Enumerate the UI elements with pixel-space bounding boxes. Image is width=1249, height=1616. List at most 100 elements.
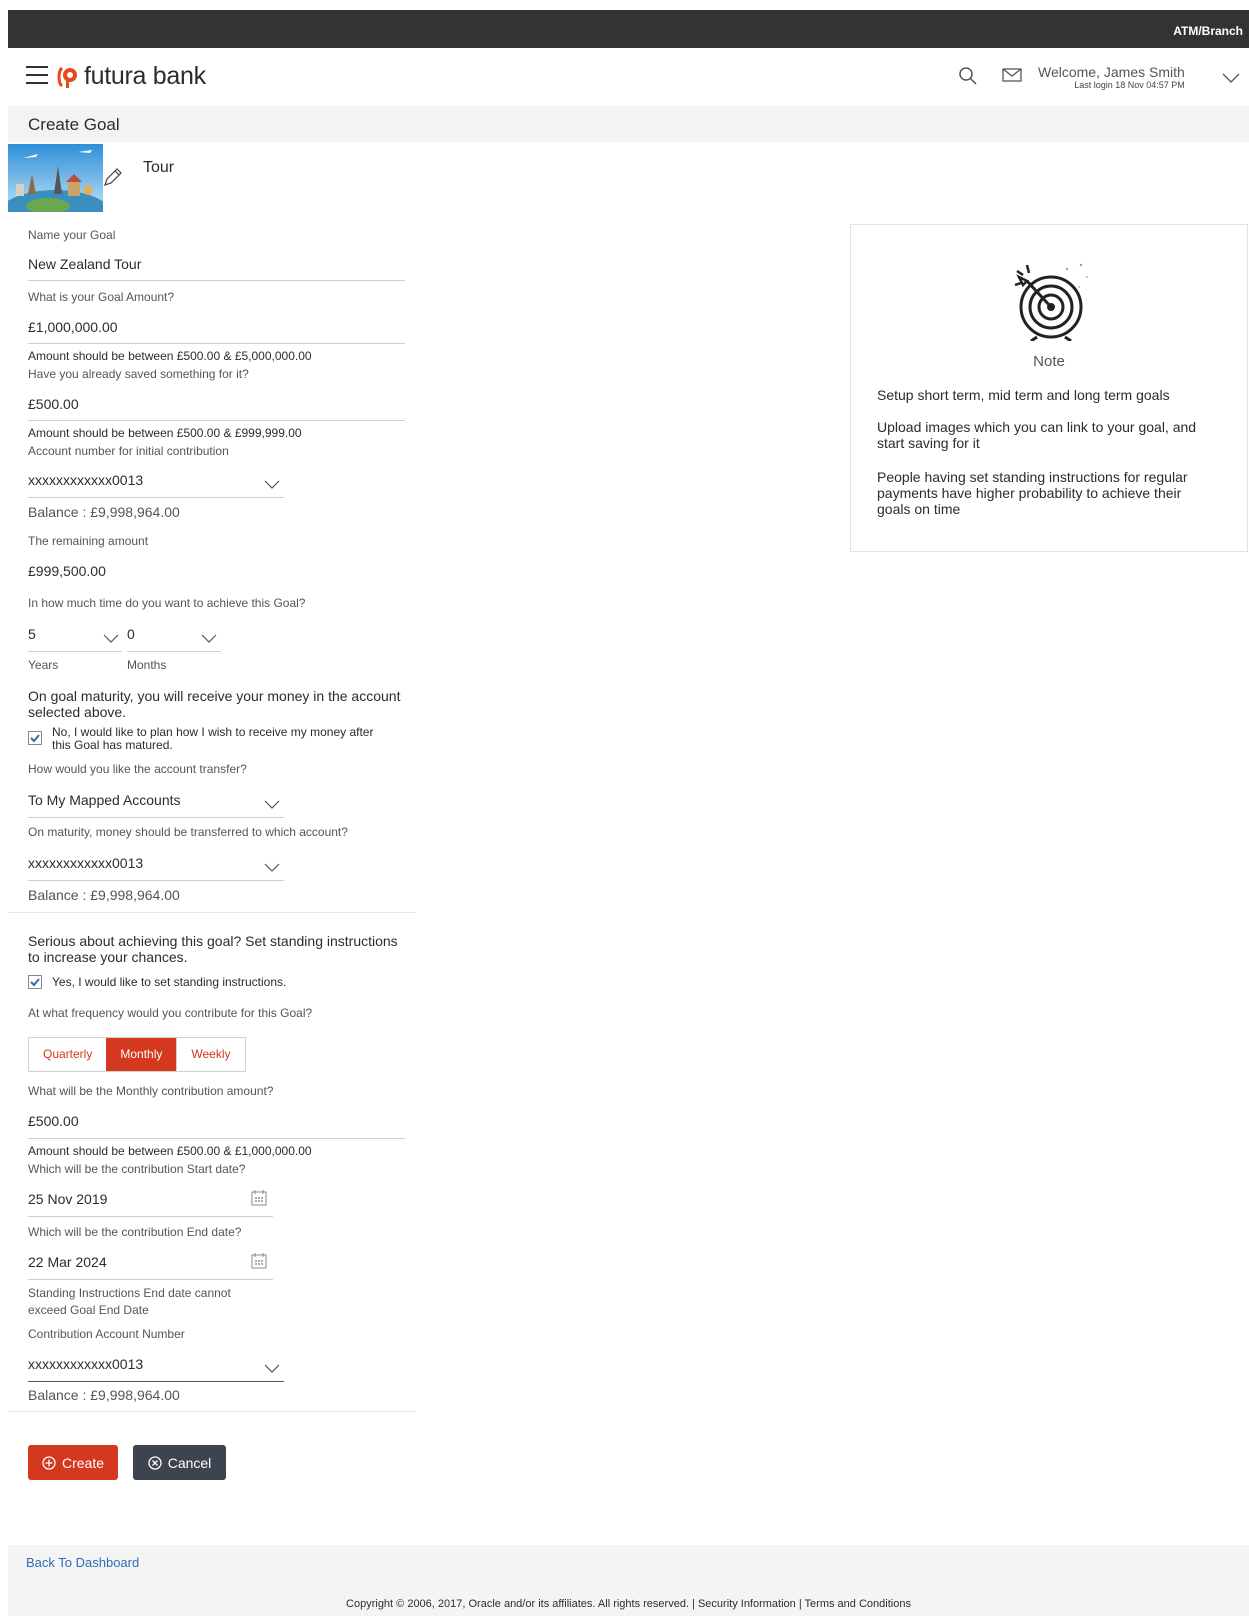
si-checkbox-label[interactable]: Yes, I would like to set standing instru… — [52, 976, 392, 989]
user-welcome[interactable]: Welcome, James Smith Last login 18 Nov 0… — [1038, 64, 1185, 90]
end-date-label: Which will be the contribution End date? — [28, 1225, 242, 1239]
create-button[interactable]: Create — [28, 1445, 118, 1480]
contribution-account-select[interactable]: xxxxxxxxxxxx0013 — [28, 1356, 143, 1372]
underline — [28, 1216, 273, 1217]
hamburger-menu-icon[interactable] — [26, 66, 48, 84]
underline — [28, 651, 122, 652]
edit-pencil-icon[interactable] — [102, 166, 124, 193]
maturity-account-select[interactable]: xxxxxxxxxxxx0013 — [28, 855, 143, 871]
saved-amount-input[interactable]: £500.00 — [28, 396, 79, 412]
chevron-down-icon[interactable] — [103, 630, 119, 648]
chevron-down-icon[interactable] — [201, 630, 217, 648]
page-title: Create Goal — [28, 115, 120, 134]
brand-name: futura bank — [84, 62, 206, 90]
underline — [127, 651, 221, 652]
contribution-account-balance: Balance : £9,998,964.00 — [28, 1387, 180, 1403]
contribution-account-label: Contribution Account Number — [28, 1327, 185, 1341]
chevron-down-icon[interactable] — [264, 796, 280, 814]
calendar-icon[interactable] — [251, 1190, 267, 1211]
contribution-input[interactable]: £500.00 — [28, 1113, 79, 1129]
copyright-text: Copyright © 2006, 2017, Oracle and/or it… — [346, 1598, 911, 1610]
target-icon — [1013, 261, 1089, 346]
chevron-down-icon[interactable] — [1222, 70, 1240, 88]
contribution-hint: Amount should be between £500.00 & £1,00… — [28, 1144, 312, 1158]
initial-account-balance: Balance : £9,998,964.00 — [28, 504, 180, 520]
top-bar: ATM/Branch — [8, 10, 1249, 48]
cancel-button-label: Cancel — [167, 1454, 212, 1471]
goal-category: Tour — [143, 159, 175, 176]
create-button-label: Create — [61, 1454, 105, 1471]
note-item: Upload images which you can link to your… — [877, 419, 1197, 451]
frequency-monthly[interactable]: Monthly — [106, 1038, 177, 1071]
initial-account-label: Account number for initial contribution — [28, 444, 229, 458]
add-circle-icon — [42, 1455, 56, 1470]
frequency-weekly[interactable]: Weekly — [176, 1038, 245, 1071]
header: futura bank Welcome, James Smith Last lo… — [8, 48, 1249, 106]
last-login: Last login 18 Nov 04:57 PM — [1074, 80, 1185, 90]
chevron-down-icon[interactable] — [264, 1360, 280, 1378]
underline — [28, 1381, 284, 1382]
chevron-down-icon[interactable] — [264, 859, 280, 877]
si-text: Serious about achieving this goal? Set s… — [28, 933, 398, 965]
transfer-label: How would you like the account transfer? — [28, 762, 247, 776]
goal-name-input[interactable]: New Zealand Tour — [28, 256, 141, 272]
maturity-checkbox[interactable] — [28, 731, 42, 745]
atm-branch-link[interactable]: ATM/Branch — [1173, 24, 1243, 38]
goal-amount-hint: Amount should be between £500.00 & £5,00… — [28, 349, 312, 363]
logo[interactable]: futura bank — [56, 62, 206, 91]
frequency-quarterly[interactable]: Quarterly — [29, 1038, 107, 1071]
underline — [28, 1279, 273, 1280]
start-date-input[interactable]: 25 Nov 2019 — [28, 1191, 107, 1207]
maturity-account-balance: Balance : £9,998,964.00 — [28, 887, 180, 903]
months-label: Months — [127, 658, 167, 672]
footer: Back To Dashboard Copyright © 2006, 2017… — [8, 1545, 1249, 1616]
frequency-label: At what frequency would you contribute f… — [28, 1006, 313, 1020]
cancel-button[interactable]: Cancel — [133, 1445, 226, 1480]
goal-name-label: Name your Goal — [28, 228, 116, 242]
divider — [8, 1411, 415, 1412]
underline — [28, 343, 405, 344]
maturity-text: On goal maturity, you will receive your … — [28, 688, 401, 720]
maturity-account-label: On maturity, money should be transferred… — [28, 825, 348, 839]
underline — [28, 497, 284, 498]
frequency-selector: Quarterly Monthly Weekly — [28, 1037, 246, 1072]
end-date-input[interactable]: 22 Mar 2024 — [28, 1254, 107, 1270]
check-icon — [30, 978, 40, 987]
goal-image[interactable] — [8, 144, 103, 212]
calendar-icon[interactable] — [251, 1253, 267, 1274]
underline — [28, 817, 284, 818]
underline — [28, 420, 405, 421]
years-label: Years — [28, 658, 59, 672]
mail-icon[interactable] — [1002, 68, 1022, 87]
futura-logo-icon — [56, 65, 78, 89]
divider — [8, 912, 415, 913]
back-to-dashboard-link[interactable]: Back To Dashboard — [26, 1555, 139, 1570]
maturity-checkbox-label[interactable]: No, I would like to plan how I wish to r… — [52, 726, 392, 752]
cancel-circle-icon — [148, 1455, 162, 1470]
end-date-hint: Standing Instructions End date cannot ex… — [28, 1286, 231, 1317]
remaining-value: £999,500.00 — [28, 563, 106, 579]
goal-amount-input[interactable]: £1,000,000.00 — [28, 319, 118, 335]
saved-amount-hint: Amount should be between £500.00 & £999,… — [28, 426, 302, 440]
underline — [28, 1138, 405, 1139]
si-checkbox[interactable] — [28, 975, 42, 989]
note-item: People having set standing instructions … — [877, 469, 1188, 517]
page-title-bar: Create Goal — [8, 106, 1249, 142]
chevron-down-icon[interactable] — [264, 476, 280, 494]
initial-account-select[interactable]: xxxxxxxxxxxx0013 — [28, 472, 143, 488]
underline — [28, 880, 284, 881]
months-select[interactable]: 0 — [127, 626, 135, 642]
time-label: In how much time do you want to achieve … — [28, 596, 306, 610]
note-panel: Note Setup short term, mid term and long… — [850, 224, 1248, 552]
goal-amount-label: What is your Goal Amount? — [28, 290, 175, 304]
note-item: Setup short term, mid term and long term… — [877, 387, 1170, 403]
check-icon — [30, 734, 40, 743]
contribution-label: What will be the Monthly contribution am… — [28, 1084, 274, 1098]
years-select[interactable]: 5 — [28, 626, 36, 642]
transfer-select[interactable]: To My Mapped Accounts — [28, 792, 181, 808]
note-title: Note — [1033, 353, 1065, 370]
search-icon[interactable] — [958, 66, 978, 91]
underline — [28, 280, 405, 281]
start-date-label: Which will be the contribution Start dat… — [28, 1162, 246, 1176]
remaining-label: The remaining amount — [28, 534, 149, 548]
